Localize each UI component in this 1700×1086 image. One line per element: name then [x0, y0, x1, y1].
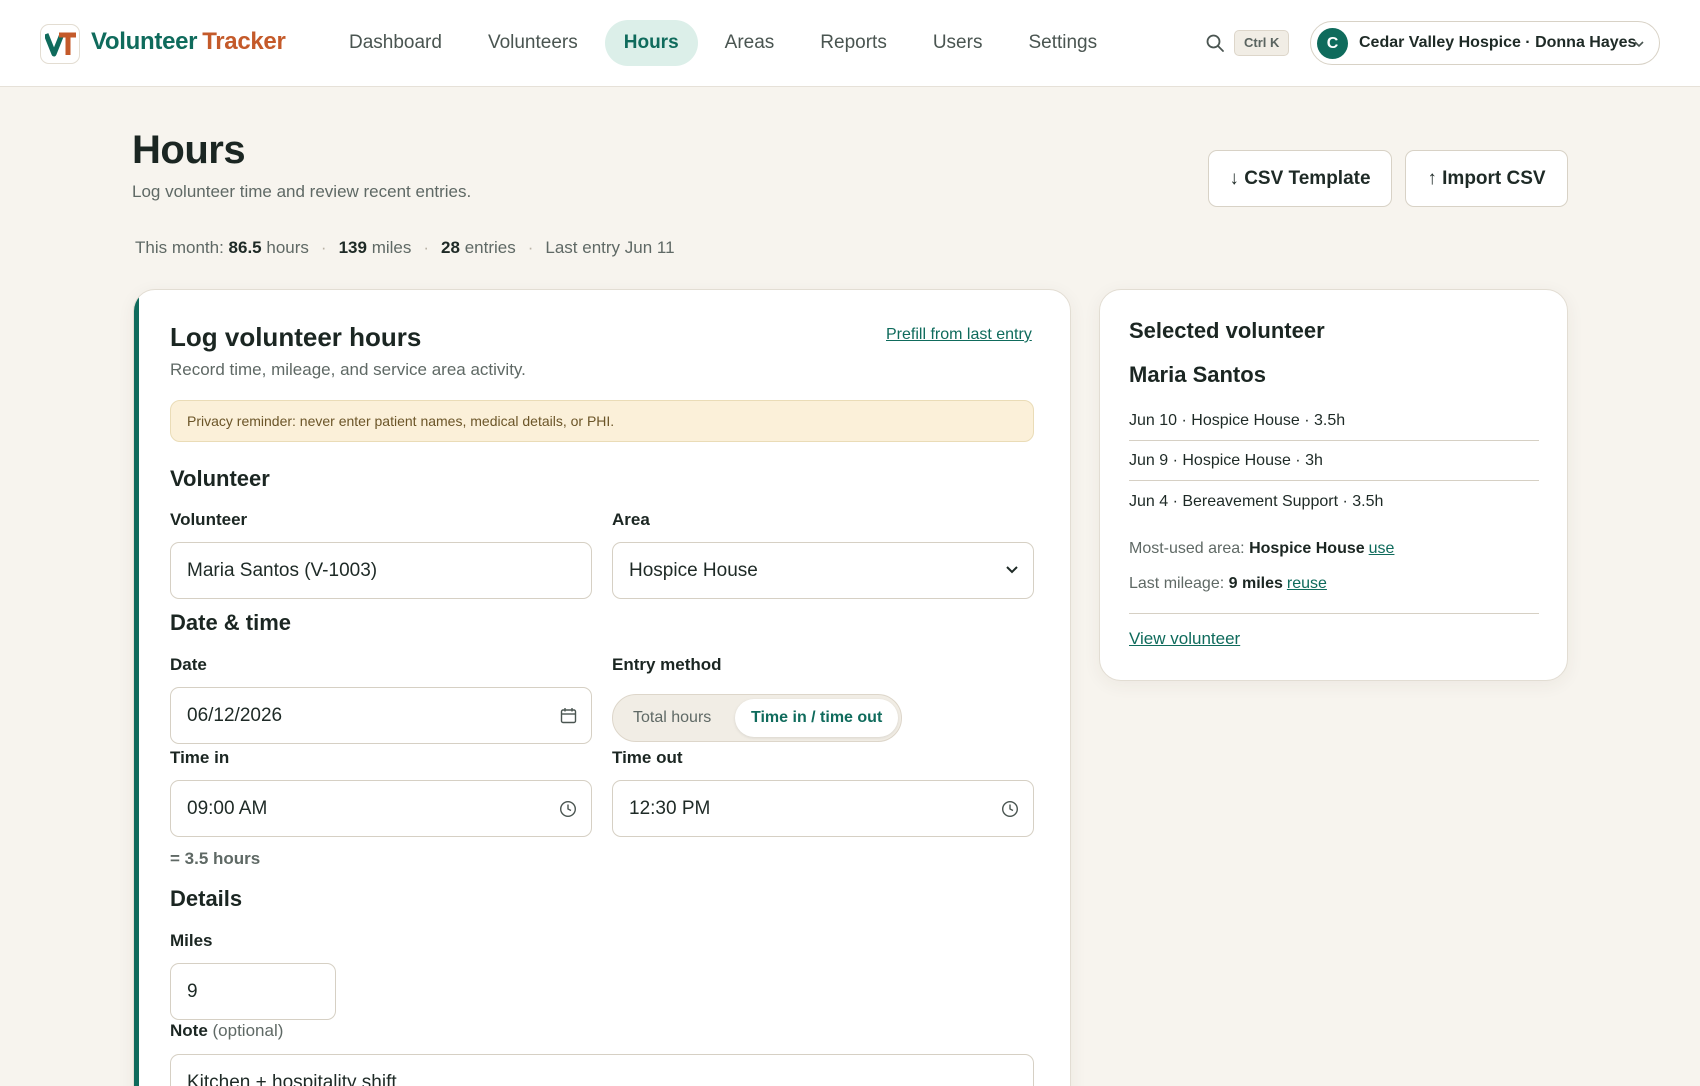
area-value: Hospice House — [629, 560, 758, 581]
time-in-value: 09:00 AM — [187, 798, 268, 819]
area-label: Area — [612, 510, 650, 529]
stat-entries: 28 entries — [441, 238, 516, 257]
top-bar: Volunteer Tracker Dashboard Volunteers Ho… — [0, 0, 1700, 87]
card-subtitle: Record time, mileage, and service area a… — [170, 360, 526, 379]
entry-method-label: Entry method — [612, 655, 722, 674]
date-value: 06/12/2026 — [187, 705, 283, 726]
last-mileage: Last mileage: 9 miles reuse — [1129, 575, 1327, 592]
time-out-input[interactable]: 12:30 PM — [612, 780, 1034, 837]
entry-method-toggle: Total hours Time in / time out — [612, 694, 902, 742]
stat-separator: · — [423, 238, 430, 257]
view-volunteer-link[interactable]: View volunteer — [1129, 629, 1240, 649]
chevron-down-icon — [1006, 566, 1018, 574]
nav-dashboard[interactable]: Dashboard — [330, 20, 461, 66]
computed-hours: = 3.5 hours — [170, 849, 261, 868]
reuse-mileage-link[interactable]: reuse — [1287, 575, 1327, 592]
recent-entry: Jun 4 · Bereavement Support · 3.5h — [1129, 493, 1384, 510]
note-input[interactable]: Kitchen + hospitality shift — [170, 1054, 1034, 1086]
selected-volunteer-card: Selected volunteer Maria Santos Jun 10 ·… — [1099, 289, 1568, 681]
card-title: Log volunteer hours — [170, 322, 422, 352]
section-datetime: Date & time — [170, 610, 292, 635]
time-in-label: Time in — [170, 748, 230, 767]
page-title: Hours — [132, 128, 246, 172]
brand-part-2: Tracker — [202, 28, 286, 55]
time-in-input[interactable]: 09:00 AM — [170, 780, 592, 837]
privacy-reminder: Privacy reminder: never enter patient na… — [170, 400, 1034, 442]
logo[interactable] — [40, 24, 80, 64]
org-switcher[interactable]: C Cedar Valley Hospice · Donna Hayes — [1310, 21, 1660, 65]
prefill-link[interactable]: Prefill from last entry — [886, 326, 1032, 344]
date-label: Date — [170, 655, 207, 674]
clock-icon[interactable] — [1001, 800, 1019, 818]
log-hours-card: Log volunteer hours Record time, mileage… — [133, 289, 1071, 1086]
nav-hours[interactable]: Hours — [604, 20, 698, 66]
clock-icon[interactable] — [559, 800, 577, 818]
method-time-in-out[interactable]: Time in / time out — [735, 699, 899, 737]
search-icon[interactable] — [1205, 33, 1225, 53]
logo-icon — [45, 32, 76, 57]
chevron-down-icon — [1634, 41, 1644, 48]
miles-input[interactable]: 9 — [170, 963, 336, 1020]
org-label: Cedar Valley Hospice · Donna Hayes — [1359, 34, 1637, 51]
method-total-hours[interactable]: Total hours — [617, 699, 727, 737]
time-out-value: 12:30 PM — [629, 798, 711, 819]
volunteer-name: Maria Santos — [1129, 362, 1266, 387]
stat-separator: · — [527, 238, 534, 257]
volunteer-label: Volunteer — [170, 510, 248, 529]
brand-part-1: Volunteer — [91, 28, 198, 55]
miles-label: Miles — [170, 931, 213, 950]
shortcut-hint: Ctrl K — [1234, 30, 1290, 56]
section-details: Details — [170, 886, 243, 911]
calendar-icon[interactable] — [560, 707, 577, 724]
stat-last-entry: Last entry Jun 11 — [545, 238, 675, 257]
nav-settings[interactable]: Settings — [1009, 20, 1116, 66]
note-label: Note (optional) — [170, 1021, 284, 1040]
month-stats: This month: 86.5 hours · 139 miles · 28 … — [135, 238, 675, 258]
divider — [1129, 613, 1539, 614]
selected-heading: Selected volunteer — [1129, 318, 1325, 343]
nav-reports[interactable]: Reports — [801, 20, 906, 66]
recent-entry: Jun 9 · Hospice House · 3h — [1129, 441, 1539, 481]
import-csv-button[interactable]: ↑ Import CSV — [1405, 150, 1568, 207]
nav-users[interactable]: Users — [914, 20, 1002, 66]
stat-separator: · — [320, 238, 327, 257]
stat-hours: This month: 86.5 hours — [135, 238, 309, 257]
nav-volunteers[interactable]: Volunteers — [469, 20, 597, 66]
date-input[interactable]: 06/12/2026 — [170, 687, 592, 744]
main-nav: Dashboard Volunteers Hours Areas Reports… — [330, 20, 1124, 66]
avatar: C — [1317, 28, 1348, 59]
use-area-link[interactable]: use — [1369, 540, 1395, 557]
most-used-area: Most-used area: Hospice House use — [1129, 540, 1395, 557]
brand-name[interactable]: Volunteer Tracker — [91, 28, 286, 56]
recent-entry: Jun 10 · Hospice House · 3.5h — [1129, 401, 1539, 441]
csv-template-button[interactable]: ↓ CSV Template — [1208, 150, 1392, 207]
time-out-label: Time out — [612, 748, 683, 767]
stat-miles: 139 miles — [338, 238, 412, 257]
card-accent-bar — [134, 290, 139, 1086]
page-subtitle: Log volunteer time and review recent ent… — [132, 182, 472, 201]
nav-areas[interactable]: Areas — [706, 20, 794, 66]
section-volunteer: Volunteer — [170, 466, 270, 491]
area-select[interactable]: Hospice House — [612, 542, 1034, 599]
volunteer-input[interactable]: Maria Santos (V-1003) — [170, 542, 592, 599]
